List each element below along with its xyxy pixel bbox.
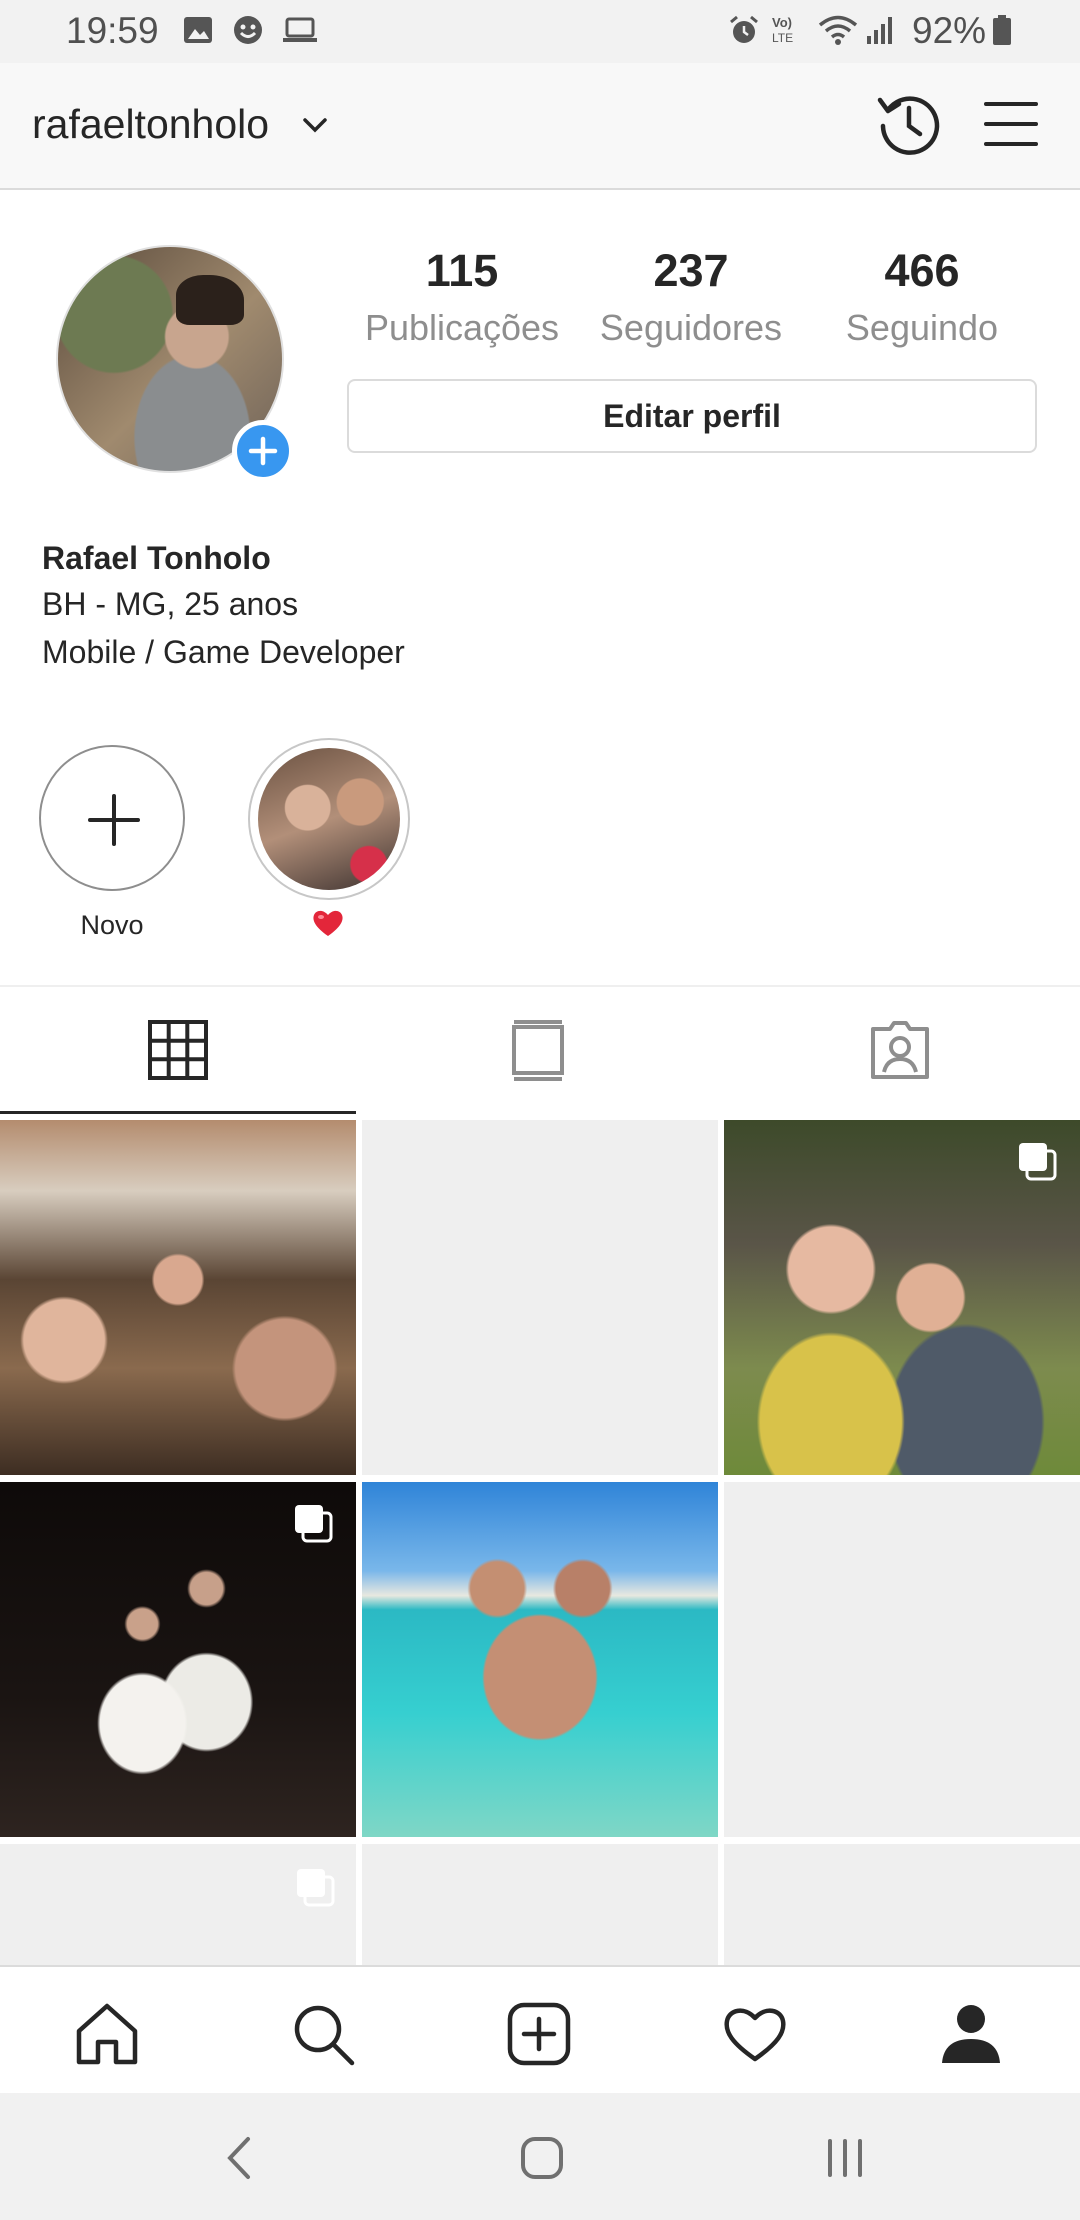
recent-apps-icon[interactable] — [820, 2133, 870, 2183]
highlight-new-button[interactable] — [39, 745, 185, 891]
tab-feed[interactable] — [362, 987, 718, 1113]
emoji-icon — [234, 16, 262, 44]
carousel-icon — [295, 1505, 333, 1543]
profile-icon[interactable] — [938, 2001, 1004, 2067]
stat-posts[interactable]: 115 Publicações — [352, 245, 572, 349]
grid-icon — [148, 1020, 208, 1080]
svg-text:Vo): Vo) — [772, 15, 792, 30]
post-thumbnail[interactable] — [0, 1120, 356, 1475]
chevron-down-icon[interactable] — [302, 115, 328, 135]
stat-followers[interactable]: 237 Seguidores — [581, 245, 801, 349]
heart-emoji-icon — [313, 910, 343, 936]
add-story-badge[interactable] — [232, 420, 294, 482]
post-thumbnail[interactable] — [724, 1120, 1080, 1475]
stat-following[interactable]: 466 Seguindo — [812, 245, 1032, 349]
svg-text:LTE: LTE — [772, 31, 793, 45]
menu-icon[interactable] — [982, 96, 1040, 152]
tab-grid[interactable] — [0, 987, 356, 1114]
highlight-heart-cover — [258, 748, 400, 890]
avatar-photo-detail — [176, 275, 244, 325]
stat-following-value: 466 — [884, 245, 960, 296]
status-time: 19:59 — [66, 10, 159, 51]
tab-active-indicator — [0, 1111, 356, 1114]
stat-posts-label: Publicações — [364, 307, 560, 348]
activity-heart-icon[interactable] — [722, 2001, 788, 2067]
username-switcher[interactable]: rafaeltonholo — [32, 101, 269, 148]
post-thumbnail[interactable] — [0, 1482, 356, 1837]
laptop-icon — [283, 17, 317, 42]
bottom-navigation — [0, 1965, 1080, 2093]
plus-icon — [248, 436, 278, 466]
status-bar: 19:59 Vo) LTE 92% — [0, 0, 1080, 63]
history-icon[interactable] — [874, 90, 944, 160]
stat-followers-value: 237 — [653, 245, 729, 296]
edit-profile-button[interactable]: Editar perfil — [347, 379, 1037, 453]
plus-icon — [88, 794, 140, 846]
volte-icon: Vo)LTE — [772, 15, 793, 45]
back-icon[interactable] — [216, 2133, 266, 2183]
post-thumbnail-loading[interactable] — [724, 1844, 1080, 1965]
post-thumbnail-loading[interactable] — [362, 1844, 718, 1965]
post-thumbnail-loading[interactable] — [724, 1482, 1080, 1837]
tagged-user-icon — [871, 1021, 929, 1079]
bio-line-occupation: Mobile / Game Developer — [42, 634, 405, 670]
feed-icon — [512, 1020, 564, 1081]
bio-line-location: BH - MG, 25 anos — [42, 586, 299, 622]
post-thumbnail-loading[interactable] — [0, 1844, 356, 1965]
highlight-new-label: Novo — [80, 910, 144, 940]
post-thumbnail[interactable] — [362, 1482, 718, 1837]
alarm-icon — [730, 15, 758, 43]
stat-following-label: Seguindo — [845, 307, 999, 348]
tab-tagged[interactable] — [724, 987, 1080, 1113]
profile-header: rafaeltonholo — [0, 63, 1080, 190]
new-post-icon[interactable] — [506, 2001, 572, 2067]
home-circle-icon[interactable] — [517, 2133, 567, 2183]
profile-tabs — [0, 985, 1080, 1114]
carousel-icon — [1019, 1143, 1057, 1181]
profile-full-name: Rafael Tonholo — [42, 540, 271, 576]
wifi-icon — [818, 15, 858, 45]
battery-icon — [993, 15, 1011, 45]
signal-icon — [867, 17, 892, 44]
system-navigation — [0, 2093, 1080, 2220]
posts-grid — [0, 1120, 1080, 1965]
highlight-heart[interactable] — [248, 738, 410, 900]
battery-percent: 92% — [912, 10, 987, 51]
home-icon[interactable] — [74, 2001, 140, 2067]
stat-followers-label: Seguidores — [599, 307, 783, 348]
stat-posts-value: 115 — [425, 245, 499, 296]
search-icon[interactable] — [290, 2001, 356, 2067]
carousel-icon — [297, 1869, 335, 1907]
gallery-icon — [184, 17, 212, 43]
post-thumbnail-loading[interactable] — [362, 1120, 718, 1475]
